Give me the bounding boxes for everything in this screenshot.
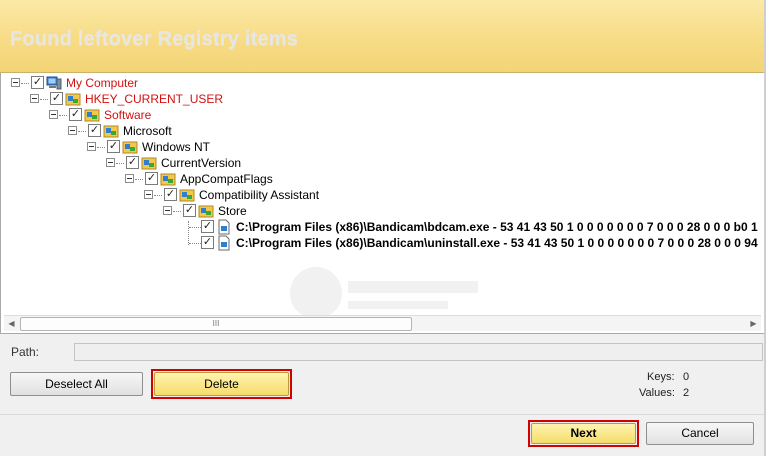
collapse-toggle[interactable] — [106, 158, 115, 167]
tree-node-store[interactable]: ✓ Store — [1, 203, 765, 219]
page-title: Found leftover Registry items — [10, 28, 299, 50]
collapse-toggle[interactable] — [125, 174, 134, 183]
tree-label: My Computer — [66, 76, 139, 90]
tree-label: Compatibility Assistant — [199, 188, 320, 202]
horizontal-scrollbar[interactable]: ◀ III ▶ — [4, 315, 761, 331]
registry-key-icon — [160, 173, 176, 186]
collapse-toggle[interactable] — [30, 94, 39, 103]
keys-label: Keys: — [647, 371, 675, 383]
tree-node-appcompatflags[interactable]: ✓ AppCompatFlags — [1, 171, 765, 187]
collapse-toggle[interactable] — [87, 142, 96, 151]
registry-value-icon — [218, 235, 230, 251]
tree-node-value-uninstall[interactable]: ✓ C:\Program Files (x86)\Bandicam\uninst… — [1, 235, 765, 251]
next-label: Next — [570, 426, 597, 440]
tree-node-currentversion[interactable]: ✓ CurrentVersion — [1, 155, 765, 171]
tree-checkbox[interactable]: ✓ — [126, 156, 139, 169]
tree-checkbox[interactable]: ✓ — [183, 204, 196, 217]
tree-checkbox[interactable]: ✓ — [107, 140, 120, 153]
values-value: 2 — [683, 387, 690, 399]
tree-label: C:\Program Files (x86)\Bandicam\uninstal… — [236, 236, 758, 250]
values-label: Values: — [639, 387, 675, 399]
tree-checkbox[interactable]: ✓ — [201, 220, 214, 233]
tree-label: AppCompatFlags — [180, 172, 273, 186]
tree-checkbox[interactable]: ✓ — [88, 124, 101, 137]
tree-node-my-computer[interactable]: ✓ My Computer — [1, 75, 765, 91]
registry-value-icon — [218, 219, 230, 235]
tree-checkbox[interactable]: ✓ — [201, 236, 214, 249]
scroll-left-icon[interactable]: ◀ — [4, 316, 19, 331]
tree-node-software[interactable]: ✓ Software — [1, 107, 765, 123]
registry-key-icon — [103, 125, 119, 138]
tree-node-value-bdcam[interactable]: ✓ C:\Program Files (x86)\Bandicam\bdcam.… — [1, 219, 765, 235]
path-label: Path: — [11, 345, 40, 359]
tree-checkbox[interactable]: ✓ — [164, 188, 177, 201]
tree-checkbox[interactable]: ✓ — [145, 172, 158, 185]
header-banner: Found leftover Registry items — [0, 0, 766, 73]
collapse-toggle[interactable] — [11, 78, 20, 87]
tree-label: Software — [104, 108, 152, 122]
path-field[interactable] — [74, 343, 763, 361]
delete-label: Delete — [204, 377, 239, 391]
tree-node-microsoft[interactable]: ✓ Microsoft — [1, 123, 765, 139]
collapse-toggle[interactable] — [144, 190, 153, 199]
tree-checkbox[interactable]: ✓ — [31, 76, 44, 89]
tree-checkbox[interactable]: ✓ — [69, 108, 82, 121]
registry-key-icon — [179, 189, 195, 202]
tree-checkbox[interactable]: ✓ — [50, 92, 63, 105]
tree-label: C:\Program Files (x86)\Bandicam\bdcam.ex… — [236, 220, 758, 234]
computer-icon — [46, 76, 62, 90]
registry-key-icon — [198, 205, 214, 218]
cancel-label: Cancel — [681, 426, 719, 440]
tree-node-windows-nt[interactable]: ✓ Windows NT — [1, 139, 765, 155]
registry-key-icon — [141, 157, 157, 170]
deselect-all-button[interactable]: Deselect All — [10, 372, 143, 396]
collapse-toggle[interactable] — [68, 126, 77, 135]
collapse-toggle[interactable] — [49, 110, 58, 119]
tree-label: Windows NT — [142, 140, 211, 154]
tree-label: Store — [218, 204, 247, 218]
tree-label: Microsoft — [123, 124, 172, 138]
tree-label: CurrentVersion — [161, 156, 242, 170]
collapse-toggle[interactable] — [163, 206, 172, 215]
next-button[interactable]: Next — [531, 423, 636, 444]
registry-tree[interactable]: ✓ My Computer ✓ HKEY_CURRENT_USER ✓ Soft — [0, 73, 766, 334]
cancel-button[interactable]: Cancel — [646, 422, 754, 445]
delete-button[interactable]: Delete — [154, 372, 289, 396]
registry-key-icon — [84, 109, 100, 122]
scroll-right-icon[interactable]: ▶ — [746, 316, 761, 331]
registry-key-icon — [122, 141, 138, 154]
tree-node-compatibility-assistant[interactable]: ✓ Compatibility Assistant — [1, 187, 765, 203]
registry-key-icon — [65, 93, 81, 106]
keys-value: 0 — [683, 371, 690, 383]
deselect-all-label: Deselect All — [45, 377, 108, 391]
tree-label: HKEY_CURRENT_USER — [85, 92, 224, 106]
scrollbar-thumb[interactable]: III — [20, 317, 412, 331]
divider — [0, 414, 766, 415]
tree-node-hkey-current-user[interactable]: ✓ HKEY_CURRENT_USER — [1, 91, 765, 107]
